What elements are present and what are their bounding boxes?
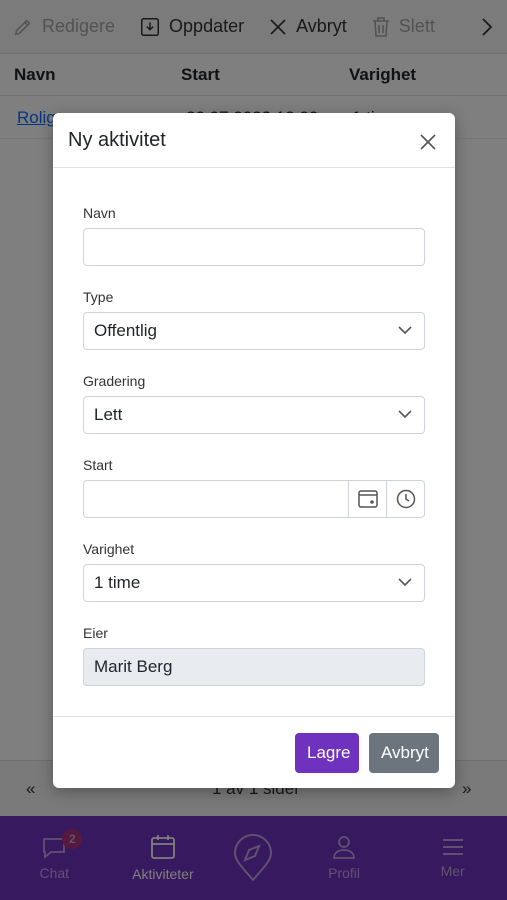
time-picker-button[interactable] bbox=[387, 480, 425, 518]
duration-field-group: Varighet 1 time bbox=[83, 541, 425, 602]
name-field-group: Navn bbox=[83, 205, 425, 266]
start-input-group bbox=[83, 480, 425, 518]
grading-label: Gradering bbox=[83, 373, 146, 389]
start-label: Start bbox=[83, 457, 113, 473]
owner-field-group: Eier Marit Berg bbox=[83, 625, 425, 686]
owner-label: Eier bbox=[83, 625, 108, 641]
type-value: Offentlig bbox=[94, 321, 158, 340]
chevron-down-icon bbox=[398, 578, 412, 587]
chevron-down-icon bbox=[398, 326, 412, 335]
new-activity-dialog: Ny aktivitet Navn Type Offentlig Graderi… bbox=[53, 113, 455, 788]
grading-value: Lett bbox=[94, 405, 123, 424]
close-icon[interactable] bbox=[419, 133, 437, 151]
date-picker-button[interactable] bbox=[349, 480, 387, 518]
type-field-group: Type Offentlig bbox=[83, 289, 425, 350]
name-label: Navn bbox=[83, 205, 116, 221]
type-label: Type bbox=[83, 289, 114, 305]
save-button[interactable]: Lagre bbox=[295, 733, 359, 773]
owner-readonly-field: Marit Berg bbox=[83, 648, 425, 686]
grading-field-group: Gradering Lett bbox=[83, 373, 425, 434]
cancel-button[interactable]: Avbryt bbox=[369, 733, 439, 773]
duration-select[interactable]: 1 time bbox=[83, 564, 425, 602]
duration-label: Varighet bbox=[83, 541, 135, 557]
name-input[interactable] bbox=[83, 228, 425, 266]
owner-value: Marit Berg bbox=[94, 657, 173, 676]
type-select[interactable]: Offentlig bbox=[83, 312, 425, 350]
calendar-icon bbox=[357, 490, 378, 508]
grading-select[interactable]: Lett bbox=[83, 396, 425, 434]
start-input[interactable] bbox=[83, 480, 349, 518]
duration-value: 1 time bbox=[94, 573, 141, 592]
modal-footer: Lagre Avbryt bbox=[53, 716, 455, 788]
clock-icon bbox=[396, 489, 415, 509]
start-field-group: Start bbox=[83, 457, 425, 518]
chevron-down-icon bbox=[398, 410, 412, 419]
modal-header: Ny aktivitet bbox=[53, 113, 455, 168]
modal-title: Ny aktivitet bbox=[68, 129, 166, 151]
